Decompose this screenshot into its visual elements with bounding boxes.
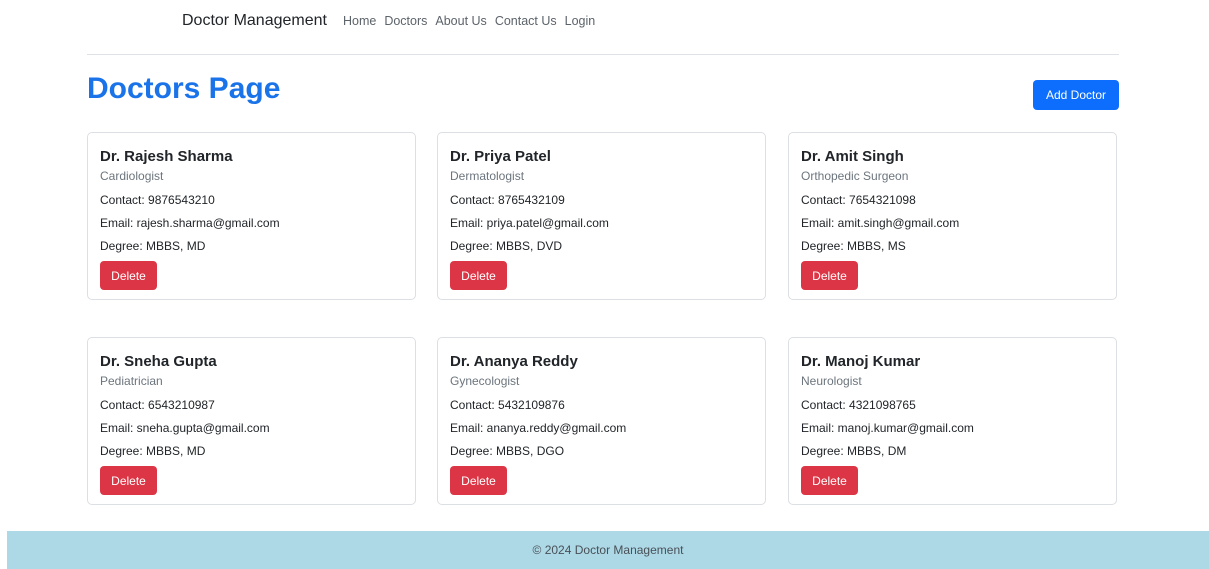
delete-button[interactable]: Delete [100, 261, 157, 290]
doctor-card: Dr. Manoj Kumar Neurologist Contact: 432… [788, 337, 1117, 505]
delete-button[interactable]: Delete [801, 466, 858, 495]
doctor-name: Dr. Amit Singh [801, 148, 904, 165]
doctors-page: Doctor Management Home Doctors About Us … [0, 0, 1209, 569]
doctor-specialty: Orthopedic Surgeon [801, 169, 909, 183]
delete-button[interactable]: Delete [801, 261, 858, 290]
delete-button[interactable]: Delete [450, 466, 507, 495]
doctor-degree: Degree: MBBS, MS [801, 239, 906, 253]
doctor-degree: Degree: MBBS, MD [100, 239, 206, 253]
doctor-card: Dr. Amit Singh Orthopedic Surgeon Contac… [788, 132, 1117, 300]
footer-copyright: © 2024 Doctor Management [532, 543, 684, 557]
doctor-name: Dr. Ananya Reddy [450, 353, 578, 370]
doctor-email: Email: ananya.reddy@gmail.com [450, 421, 627, 435]
doctor-card: Dr. Priya Patel Dermatologist Contact: 8… [437, 132, 766, 300]
doctor-degree: Degree: MBBS, MD [100, 444, 206, 458]
doctor-email: Email: sneha.gupta@gmail.com [100, 421, 270, 435]
doctor-contact: Contact: 6543210987 [100, 398, 215, 412]
doctor-name: Dr. Rajesh Sharma [100, 148, 233, 165]
doctor-specialty: Cardiologist [100, 169, 164, 183]
doctor-specialty: Dermatologist [450, 169, 525, 183]
doctor-contact: Contact: 8765432109 [450, 193, 565, 207]
nav-link-about-us[interactable]: About Us [435, 14, 486, 28]
doctor-email: Email: rajesh.sharma@gmail.com [100, 216, 280, 230]
footer: © 2024 Doctor Management [7, 531, 1209, 569]
nav-link-home[interactable]: Home [343, 14, 376, 28]
delete-button[interactable]: Delete [100, 466, 157, 495]
doctor-email: Email: amit.singh@gmail.com [801, 216, 960, 230]
add-doctor-button[interactable]: Add Doctor [1033, 80, 1119, 110]
doctor-degree: Degree: MBBS, DVD [450, 239, 563, 253]
navbar-divider [87, 54, 1119, 55]
doctor-specialty: Gynecologist [450, 374, 520, 388]
nav-link-login[interactable]: Login [565, 14, 596, 28]
doctor-email: Email: manoj.kumar@gmail.com [801, 421, 974, 435]
nav-link-contact-us[interactable]: Contact Us [495, 14, 557, 28]
doctor-card: Dr. Ananya Reddy Gynecologist Contact: 5… [437, 337, 766, 505]
doctor-contact: Contact: 7654321098 [801, 193, 916, 207]
navbar-brand[interactable]: Doctor Management [182, 12, 327, 30]
doctor-specialty: Pediatrician [100, 374, 163, 388]
doctor-contact: Contact: 9876543210 [100, 193, 215, 207]
doctor-contact: Contact: 4321098765 [801, 398, 916, 412]
doctor-specialty: Neurologist [801, 374, 862, 388]
doctor-degree: Degree: MBBS, DGO [450, 444, 565, 458]
doctor-card: Dr. Sneha Gupta Pediatrician Contact: 65… [87, 337, 416, 505]
doctor-name: Dr. Manoj Kumar [801, 353, 921, 370]
nav-link-doctors[interactable]: Doctors [384, 14, 427, 28]
doctor-contact: Contact: 5432109876 [450, 398, 565, 412]
doctor-card: Dr. Rajesh Sharma Cardiologist Contact: … [87, 132, 416, 300]
navbar: Doctor Management Home Doctors About Us … [182, 10, 603, 32]
doctor-email: Email: priya.patel@gmail.com [450, 216, 609, 230]
page-title: Doctors Page [87, 72, 281, 105]
doctor-name: Dr. Priya Patel [450, 148, 551, 165]
delete-button[interactable]: Delete [450, 261, 507, 290]
doctor-degree: Degree: MBBS, DM [801, 444, 907, 458]
doctor-name: Dr. Sneha Gupta [100, 353, 217, 370]
